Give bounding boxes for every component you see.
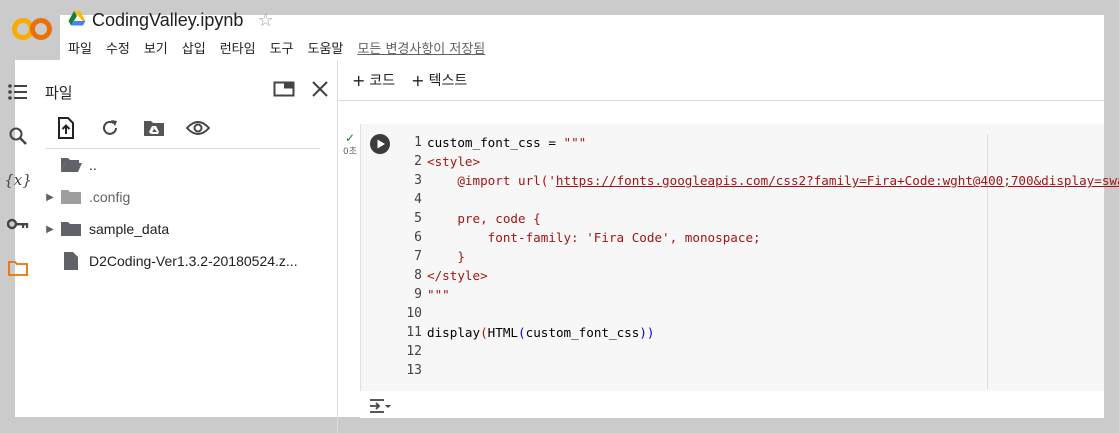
line-number: 3 <box>414 173 422 188</box>
line-number: 8 <box>414 268 422 283</box>
cell-output-bar <box>360 391 1104 418</box>
run-cell-button[interactable] <box>369 133 391 155</box>
code-url-link[interactable]: https://fonts.googleapis.com/css2?family… <box>556 173 1119 188</box>
menu-runtime[interactable]: 런타임 <box>220 38 270 57</box>
variables-icon[interactable]: {x} <box>4 168 32 192</box>
file-name: .. <box>89 157 97 173</box>
file-row-config[interactable]: ▶ .config <box>42 185 130 209</box>
line-number: 7 <box>414 249 422 264</box>
expand-arrow-icon[interactable]: ▶ <box>42 192 58 203</box>
plus-icon: + <box>352 70 366 90</box>
execution-status: ✓ 0초 <box>340 132 360 157</box>
title-row: CodingValley.ipynb ☆ <box>68 8 274 32</box>
plus-icon: + <box>411 70 425 90</box>
line-number: 12 <box>406 344 422 359</box>
file-name: D2Coding-Ver1.3.2-20180524.z... <box>89 253 298 269</box>
folder-icon <box>58 219 84 239</box>
mount-drive-icon[interactable] <box>141 116 167 140</box>
code-line-2: <style> <box>427 154 481 169</box>
search-icon[interactable] <box>6 124 30 148</box>
folder-open-icon <box>58 155 84 175</box>
line-number: 10 <box>406 306 422 321</box>
code-editor[interactable] <box>400 124 1104 391</box>
file-name: .config <box>89 189 131 205</box>
code-line-3: @import url('https://fonts.googleapis.co… <box>427 173 1119 188</box>
drive-icon <box>68 10 86 31</box>
output-actions-icon[interactable] <box>368 397 392 415</box>
file-row-d2coding[interactable]: D2Coding-Ver1.3.2-20180524.z... <box>42 249 298 273</box>
file-row-parent[interactable]: .. <box>42 153 97 177</box>
refresh-icon[interactable] <box>97 116 123 140</box>
execution-time: 0초 <box>342 147 357 157</box>
expand-arrow-icon[interactable]: ▶ <box>42 224 58 235</box>
line-number: 4 <box>414 192 422 207</box>
code-line-7: } <box>427 249 465 264</box>
table-of-contents-icon[interactable] <box>6 80 30 104</box>
upload-file-icon[interactable] <box>53 116 79 140</box>
code-line-6: font-family: 'Fira Code', monospace; <box>427 230 761 245</box>
notebook-toolbar: + 코드 + 텍스트 <box>352 70 467 90</box>
code-line-9: """ <box>427 287 450 302</box>
add-text-button[interactable]: + 텍스트 <box>411 70 467 90</box>
code-line-1: custom_font_css = """ <box>427 135 587 150</box>
line-number: 11 <box>406 325 422 340</box>
file-row-sample-data[interactable]: ▶ sample_data <box>42 217 169 241</box>
file-name: sample_data <box>89 221 170 237</box>
colab-logo[interactable] <box>12 16 52 42</box>
folder-icon[interactable] <box>6 256 30 280</box>
key-icon[interactable] <box>6 212 30 236</box>
code-line-5: pre, code { <box>427 211 541 226</box>
show-hidden-files-icon[interactable] <box>185 116 211 140</box>
line-number: 2 <box>414 154 422 169</box>
close-icon[interactable] <box>309 78 331 100</box>
toolbar-separator <box>338 100 1104 101</box>
menu-insert[interactable]: 삽입 <box>182 38 220 57</box>
folder-icon <box>58 187 84 207</box>
line-number: 1 <box>414 135 422 150</box>
menu-bar: 파일 수정 보기 삽입 런타임 도구 도움말 모든 변경사항이 저장됨 <box>68 38 485 57</box>
line-number: 13 <box>406 363 422 378</box>
notebook-title[interactable]: CodingValley.ipynb <box>92 10 243 31</box>
code-line-8: </style> <box>427 268 488 283</box>
line-number: 6 <box>414 230 422 245</box>
add-code-button[interactable]: + 코드 <box>352 70 395 90</box>
check-icon: ✓ <box>344 131 356 145</box>
file-icon <box>58 251 84 271</box>
menu-edit[interactable]: 수정 <box>106 38 144 57</box>
line-number: 9 <box>414 287 422 302</box>
file-panel-title: 파일 <box>45 84 73 102</box>
menu-tools[interactable]: 도구 <box>270 38 308 57</box>
maximize-panel-icon[interactable] <box>273 80 295 98</box>
menu-help[interactable]: 도움말 <box>308 38 358 57</box>
toolbar-separator <box>45 148 320 149</box>
menu-view[interactable]: 보기 <box>144 38 182 57</box>
star-icon[interactable]: ☆ <box>257 10 273 31</box>
save-status[interactable]: 모든 변경사항이 저장됨 <box>357 38 485 57</box>
menu-file[interactable]: 파일 <box>68 38 106 57</box>
line-number: 5 <box>414 211 422 226</box>
code-line-11: display(HTML(custom_font_css)) <box>427 325 655 340</box>
file-toolbar <box>53 116 211 140</box>
